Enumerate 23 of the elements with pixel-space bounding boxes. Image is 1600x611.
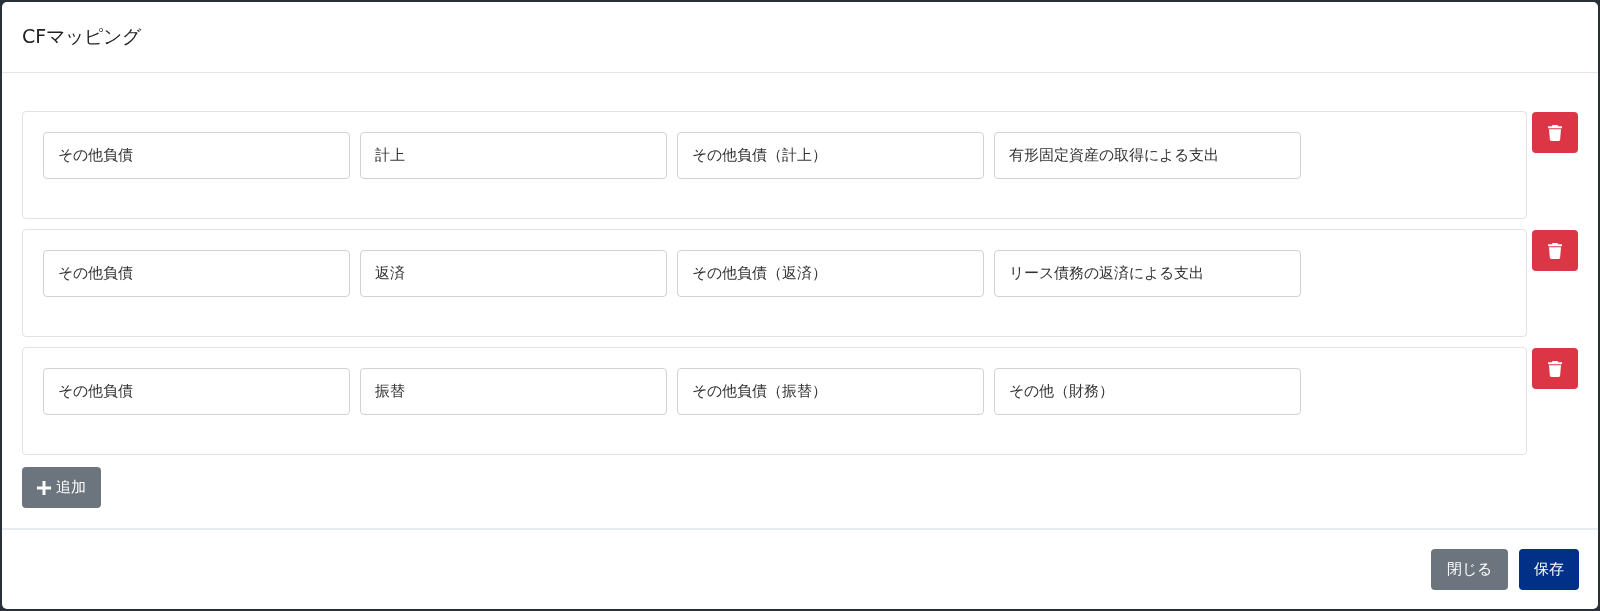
input-field[interactable]: その他負債 xyxy=(43,368,350,415)
input-field[interactable]: 返済 xyxy=(360,250,667,297)
delete-button[interactable] xyxy=(1532,112,1578,153)
input-field[interactable]: その他負債 xyxy=(43,132,350,179)
input-field[interactable]: リース債務の返済による支出 xyxy=(994,250,1301,297)
delete-button[interactable] xyxy=(1532,230,1578,271)
input-field[interactable]: その他負債（振替） xyxy=(677,368,984,415)
input-field[interactable]: 計上 xyxy=(360,132,667,179)
trash-icon xyxy=(1548,242,1562,259)
input-field[interactable]: その他（財務） xyxy=(994,368,1301,415)
dialog-title: CFマッピング xyxy=(22,24,142,49)
input-field[interactable]: 有形固定資産の取得による支出 xyxy=(994,132,1301,179)
input-field[interactable]: その他負債 xyxy=(43,250,350,297)
trash-icon xyxy=(1548,360,1562,377)
input-field[interactable]: その他負債（返済） xyxy=(677,250,984,297)
input-field[interactable]: 振替 xyxy=(360,368,667,415)
delete-button[interactable] xyxy=(1532,348,1578,389)
add-button[interactable]: 追加 xyxy=(22,467,101,508)
trash-icon xyxy=(1548,124,1562,141)
input-field[interactable]: その他負債（計上） xyxy=(677,132,984,179)
close-button[interactable]: 閉じる xyxy=(1431,549,1508,590)
plus-icon xyxy=(37,480,51,495)
save-button[interactable]: 保存 xyxy=(1519,549,1579,590)
